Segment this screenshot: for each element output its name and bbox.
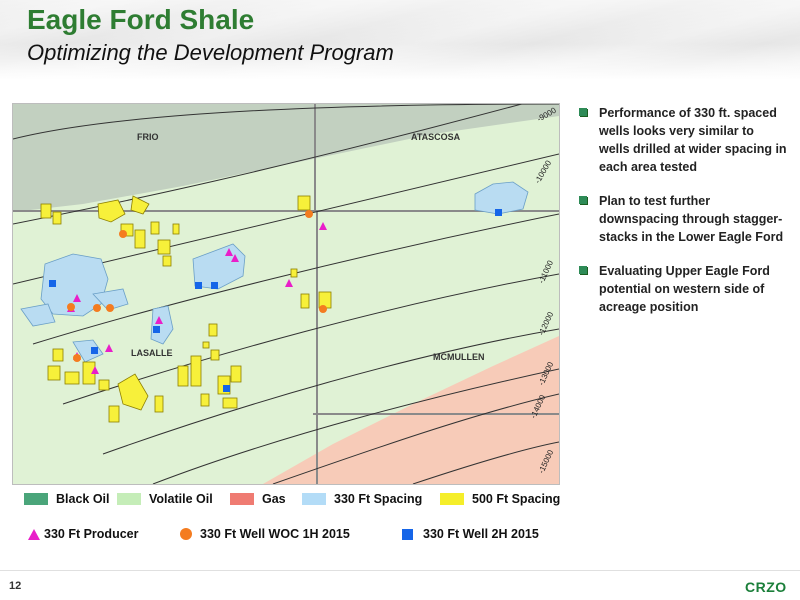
well-2h-marker <box>495 209 502 216</box>
blue-square-icon <box>402 528 413 540</box>
woc-well-marker <box>67 303 75 311</box>
gas-swatch <box>230 493 254 505</box>
well-2h-marker <box>153 326 160 333</box>
legend-label: 500 Ft Spacing <box>472 492 561 506</box>
well-2h-marker <box>91 347 98 354</box>
bullet-list: Performance of 330 ft. spaced wells look… <box>577 104 787 332</box>
bullet-square-icon <box>579 196 587 204</box>
bullet-square-icon <box>579 108 587 116</box>
bullet-text: Evaluating Upper Eagle Ford potential on… <box>599 264 770 314</box>
legend-label: 330 Ft Spacing <box>334 492 423 506</box>
woc-well-marker <box>319 305 327 313</box>
map-canvas: -9000 -10000 -11000 -12000 -13000 -14000… <box>13 104 559 484</box>
legend-gas: Gas <box>230 492 286 506</box>
woc-well-marker <box>119 230 127 238</box>
legend-330-producer: 330 Ft Producer <box>28 527 138 541</box>
legend-volatile-oil: Volatile Oil <box>117 492 213 506</box>
woc-well-marker <box>93 304 101 312</box>
footer-divider <box>0 570 800 571</box>
well-2h-marker <box>211 282 218 289</box>
volatile-oil-swatch <box>117 493 141 505</box>
slide-title: Eagle Ford Shale <box>27 4 255 35</box>
black-oil-swatch <box>24 493 48 505</box>
legend-label: Black Oil <box>56 492 110 506</box>
magenta-triangle-icon <box>28 528 40 540</box>
orange-circle-icon <box>180 528 192 540</box>
county-label-lasalle: LASALLE <box>131 348 173 358</box>
bullet-item: Performance of 330 ft. spaced wells look… <box>577 104 787 176</box>
legend-label: Gas <box>262 492 286 506</box>
company-logo: CRZO <box>745 579 787 595</box>
legend-black-oil: Black Oil <box>24 492 110 506</box>
county-label-mcmullen: MCMULLEN <box>433 352 485 362</box>
spacing-500-swatch <box>440 493 464 505</box>
page-number: 12 <box>9 580 22 592</box>
spacing-330-swatch <box>302 493 326 505</box>
bullet-text: Plan to test further downspacing through… <box>599 194 784 244</box>
woc-well-marker <box>106 304 114 312</box>
well-2h-marker <box>223 385 230 392</box>
well-2h-marker <box>195 282 202 289</box>
legend-label: 330 Ft Well WOC 1H 2015 <box>200 527 350 541</box>
county-label-frio: FRIO <box>137 132 159 142</box>
county-label-atascosa: ATASCOSA <box>411 132 461 142</box>
woc-well-marker <box>305 210 313 218</box>
legend-label: 330 Ft Well 2H 2015 <box>423 527 539 541</box>
legend-330-spacing: 330 Ft Spacing <box>302 492 422 506</box>
bullet-text: Performance of 330 ft. spaced wells look… <box>599 106 787 174</box>
bullet-item: Plan to test further downspacing through… <box>577 192 787 246</box>
acreage-map: -9000 -10000 -11000 -12000 -13000 -14000… <box>12 103 560 485</box>
bullet-item: Evaluating Upper Eagle Ford potential on… <box>577 262 787 316</box>
legend-label: 330 Ft Producer <box>44 527 139 541</box>
legend-330-woc-1h: 330 Ft Well WOC 1H 2015 <box>180 527 350 541</box>
bullet-square-icon <box>579 266 587 274</box>
legend-label: Volatile Oil <box>149 492 213 506</box>
legend-500-spacing: 500 Ft Spacing <box>440 492 560 506</box>
legend-330-well-2h: 330 Ft Well 2H 2015 <box>402 527 539 541</box>
slide-subtitle: Optimizing the Development Program <box>27 40 394 65</box>
well-2h-marker <box>49 280 56 287</box>
woc-well-marker <box>73 354 81 362</box>
